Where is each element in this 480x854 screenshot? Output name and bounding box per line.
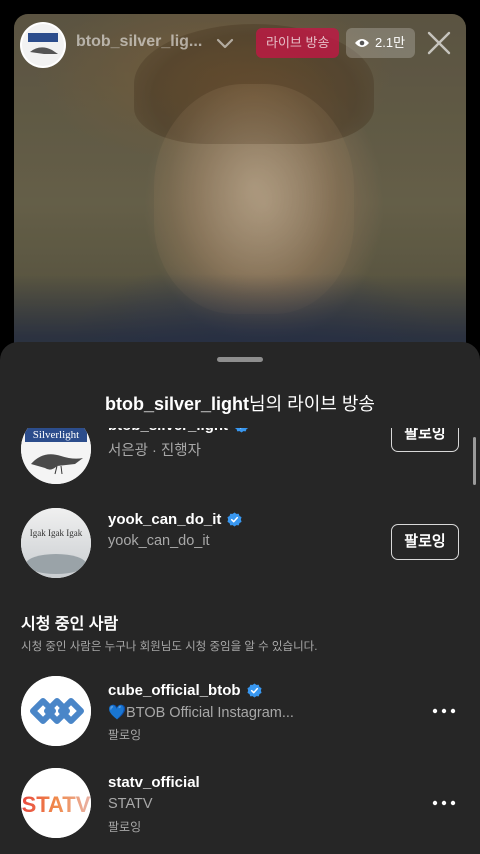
more-options-icon[interactable] <box>430 796 458 810</box>
close-icon[interactable] <box>426 30 452 56</box>
username[interactable]: cube_official_btob <box>108 682 241 699</box>
section-description: 시청 중인 사람은 누구나 회원님도 시청 중임을 알 수 있습니다. <box>21 641 318 653</box>
sheet-title: btob_silver_light님의 라이브 방송 <box>105 394 375 414</box>
verified-badge-icon <box>234 428 249 433</box>
more-options-icon[interactable] <box>430 704 458 718</box>
avatar[interactable]: Silverlight <box>21 428 91 484</box>
section-title: 시청 중인 사람 <box>21 616 119 633</box>
user-subtitle: 💙BTOB Official Instagram... <box>108 705 294 721</box>
host-avatar[interactable] <box>20 22 66 68</box>
svg-text:Igak Igak Igak: Igak Igak Igak <box>30 528 83 538</box>
sheet-grabber[interactable] <box>217 357 263 362</box>
svg-text:Silverlight: Silverlight <box>33 429 79 441</box>
sheet-scroll-area[interactable]: Silverlight btob_silver_light 서은광 · 진행자 … <box>0 428 480 854</box>
following-button[interactable]: 팔로잉 <box>391 524 459 560</box>
user-subtitle: yook_can_do_it <box>108 533 210 549</box>
list-item[interactable]: Silverlight btob_silver_light 서은광 · 진행자 … <box>0 428 480 484</box>
following-button[interactable]: 팔로잉 <box>391 428 459 452</box>
scrollbar[interactable] <box>473 437 476 485</box>
username[interactable]: yook_can_do_it <box>108 511 221 528</box>
eye-icon <box>354 37 370 49</box>
avatar[interactable] <box>21 676 91 746</box>
list-item[interactable]: STATV statv_official STATV 팔로잉 <box>0 768 480 838</box>
verified-badge-icon <box>227 512 242 527</box>
chevron-down-icon[interactable] <box>214 32 236 54</box>
username[interactable]: btob_silver_light <box>108 428 228 434</box>
viewer-count-badge[interactable]: 2.1만 <box>346 28 416 58</box>
viewers-sheet: btob_silver_light님의 라이브 방송 Silverlight b… <box>0 342 480 854</box>
avatar[interactable]: STATV <box>21 768 91 838</box>
live-badge: 라이브 방송 <box>256 28 340 58</box>
list-item[interactable]: Igak Igak Igak yook_can_do_it yook_can_d… <box>0 508 480 578</box>
svg-text:STATV: STATV <box>22 792 91 817</box>
verified-badge-icon <box>247 683 262 698</box>
host-username[interactable]: btob_silver_lig... <box>76 33 206 51</box>
viewer-count: 2.1만 <box>375 35 406 50</box>
user-subtitle: STATV <box>108 796 153 812</box>
username[interactable]: statv_official <box>108 774 200 791</box>
user-subtitle: 서은광 · 진행자 <box>108 443 201 459</box>
follow-status: 팔로잉 <box>108 820 142 834</box>
avatar[interactable]: Igak Igak Igak <box>21 508 91 578</box>
follow-status: 팔로잉 <box>108 728 142 742</box>
list-item[interactable]: cube_official_btob 💙BTOB Official Instag… <box>0 676 480 746</box>
